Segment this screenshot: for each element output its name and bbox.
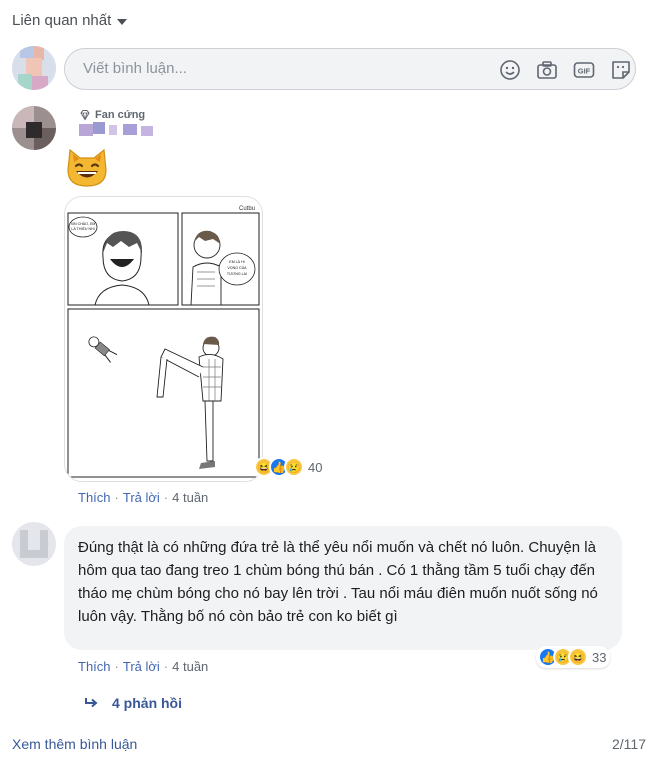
view-replies-link[interactable]: 4 phản hồi (84, 695, 182, 711)
comment-input[interactable] (81, 59, 465, 78)
reaction-count: 33 (592, 649, 607, 665)
reactions-summary[interactable]: 👍 😢 😆 33 (536, 646, 611, 668)
svg-text:LÀ THIỀU NHI: LÀ THIỀU NHI (71, 226, 94, 231)
svg-text:XIN CHÀO, EM: XIN CHÀO, EM (71, 222, 96, 226)
comment-time: 4 tuần (172, 490, 209, 505)
caret-down-icon (117, 18, 128, 25)
like-link[interactable]: Thích (78, 659, 111, 674)
commenter-avatar[interactable] (12, 106, 56, 150)
reply-link[interactable]: Trả lời (123, 659, 160, 674)
like-link[interactable]: Thích (78, 490, 111, 505)
commenter-avatar[interactable] (12, 522, 56, 566)
comic-watermark: Cutbu (239, 206, 255, 212)
cat-emoji-icon (64, 144, 110, 190)
svg-text:TƯƠNG LAI: TƯƠNG LAI (227, 272, 247, 276)
reply-arrow-icon (85, 698, 98, 708)
haha-icon: 😆 (568, 647, 588, 667)
comment-actions: Thích · Trả lời · 4 tuần (78, 659, 209, 674)
sort-label: Liên quan nhất (12, 12, 112, 29)
replies-label: 4 phản hồi (112, 695, 182, 711)
sad-icon: 😢 (284, 457, 304, 477)
comment-composer[interactable]: GIF (64, 48, 636, 90)
fan-badge-label: Fan cứng (95, 109, 146, 121)
fan-badge: Fan cứng (79, 109, 145, 121)
camera-icon[interactable] (535, 58, 559, 82)
reactions-summary[interactable]: 😆 👍 😢 40 (254, 457, 322, 477)
reply-link[interactable]: Trả lời (123, 490, 160, 505)
svg-text:GIF: GIF (578, 67, 591, 76)
diamond-icon (80, 110, 90, 121)
comic-image[interactable]: Cutbu XIN CHÀO, EM LÀ THIỀU NHI EM LÀ HI… (64, 196, 263, 482)
comment-time: 4 tuần (172, 659, 209, 674)
emoji-icon[interactable] (498, 58, 522, 82)
my-avatar[interactable] (12, 46, 56, 90)
comment-count: 2/117 (612, 736, 646, 752)
comment-actions: Thích · Trả lời · 4 tuần (78, 490, 209, 505)
comment-bubble: Đúng thật là có những đứa trẻ là thể yêu… (64, 526, 622, 650)
sticker-icon[interactable] (609, 58, 633, 82)
svg-text:EM LÀ HI: EM LÀ HI (229, 260, 244, 264)
comment-text: Đúng thật là có những đứa trẻ là thể yêu… (78, 539, 598, 625)
view-more-comments-link[interactable]: Xem thêm bình luận (12, 736, 137, 752)
sort-dropdown[interactable]: Liên quan nhất (12, 12, 128, 29)
gif-icon[interactable]: GIF (572, 58, 596, 82)
svg-text:VỌNG CỦA: VỌNG CỦA (227, 265, 247, 270)
reaction-count: 40 (308, 459, 323, 475)
commenter-name[interactable] (79, 122, 159, 136)
